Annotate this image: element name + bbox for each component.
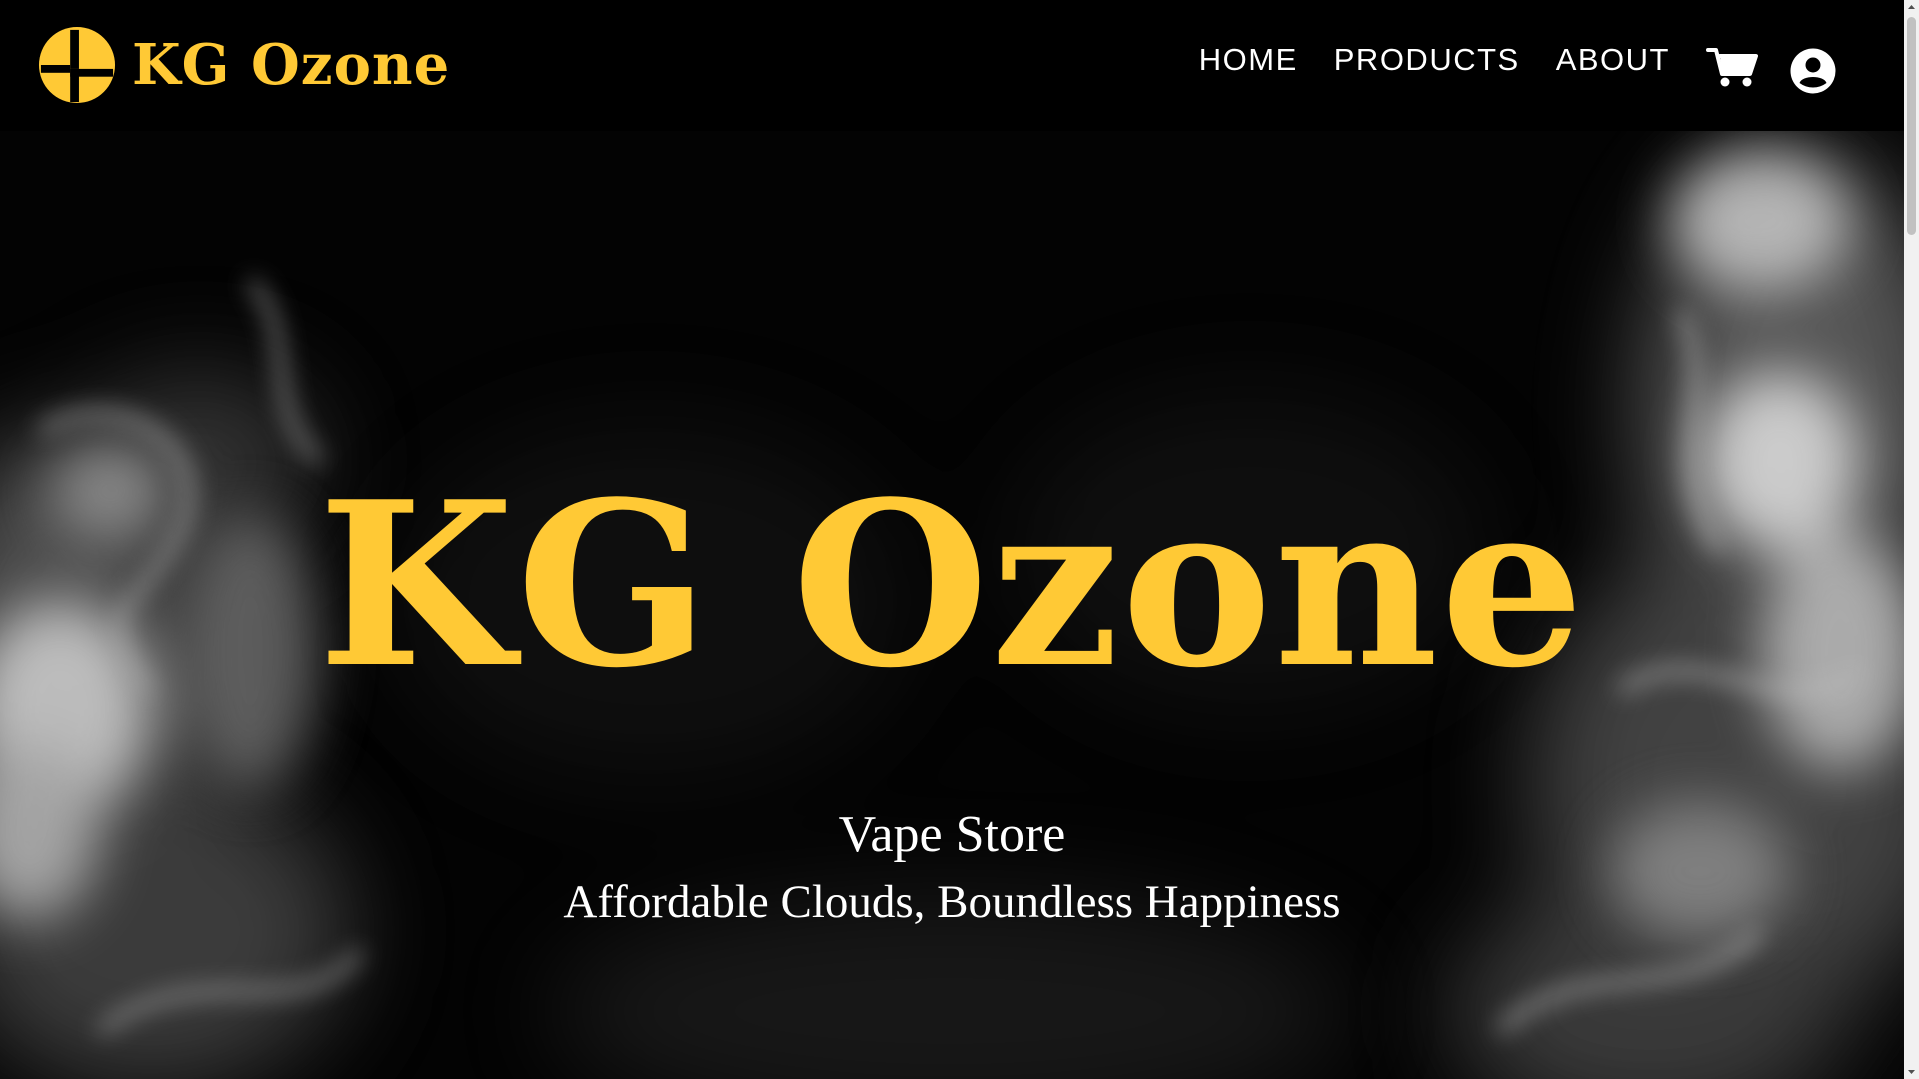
user-account-icon[interactable] bbox=[1790, 48, 1836, 94]
scroll-down-arrow-icon[interactable] bbox=[1904, 1064, 1919, 1079]
scroll-up-arrow-icon[interactable] bbox=[1904, 0, 1919, 15]
nav-link-products[interactable]: PRODUCTS bbox=[1334, 44, 1520, 75]
hero-tagline: Affordable Clouds, Boundless Happiness bbox=[563, 876, 1341, 928]
hero-title: KG Ozone bbox=[317, 453, 1587, 718]
scrollbar-thumb[interactable] bbox=[1907, 17, 1916, 235]
nav-link-home[interactable]: HOME bbox=[1199, 44, 1298, 75]
shopping-cart-icon[interactable] bbox=[1706, 46, 1758, 88]
nav-link-about[interactable]: ABOUT bbox=[1556, 44, 1670, 75]
brand-name: KG Ozone bbox=[132, 32, 451, 98]
vertical-scrollbar[interactable] bbox=[1904, 0, 1919, 1079]
brand-home-link[interactable]: KG Ozone bbox=[38, 26, 450, 104]
nav-links: HOME PRODUCTS ABOUT bbox=[1199, 44, 1670, 75]
hero-section: KG Ozone Vape Store Affordable Clouds, B… bbox=[0, 131, 1904, 1079]
kg-ozone-logo-icon bbox=[38, 26, 116, 104]
navbar: KG Ozone HOME PRODUCTS ABOUT bbox=[0, 0, 1904, 131]
page: KG Ozone HOME PRODUCTS ABOUT KG Ozone Va… bbox=[0, 0, 1919, 1079]
hero-subtitle: Vape Store bbox=[838, 806, 1066, 863]
